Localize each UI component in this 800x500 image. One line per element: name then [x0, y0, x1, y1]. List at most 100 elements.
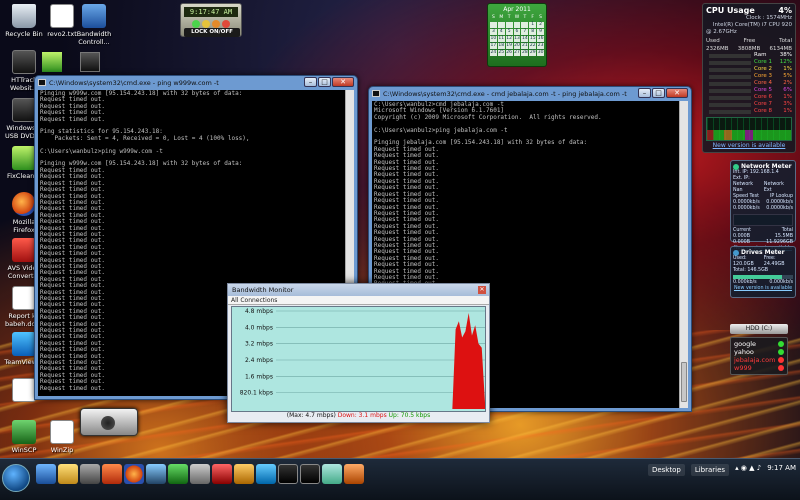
indicator-dot[interactable] [212, 20, 220, 28]
window-titlebar[interactable]: C:\Windows\system32\cmd.exe - cmd jebala… [369, 87, 691, 101]
net-label[interactable]: Network Ext [764, 182, 793, 194]
calendar-day[interactable]: 15 [529, 36, 537, 42]
desktop-toolbar[interactable]: Desktop [647, 464, 685, 476]
scrollbar-thumb[interactable] [681, 362, 687, 402]
lock-toggle-button[interactable]: LOCK ON/OFF [184, 28, 240, 37]
tray-icons[interactable]: ▴ ◉ ▲ ♪ [735, 464, 761, 472]
status-row[interactable]: google [734, 340, 784, 348]
volume-gadget[interactable] [80, 408, 138, 436]
status-row[interactable]: w999 [734, 364, 784, 372]
calendar-day[interactable] [505, 22, 513, 28]
status-row[interactable]: jebalaja.com [734, 356, 784, 364]
firefox-icon[interactable] [124, 464, 144, 484]
indicator-dot[interactable] [222, 20, 230, 28]
calendar-day[interactable]: 10 [490, 36, 497, 42]
calendar-day[interactable]: 21 [521, 43, 529, 49]
calendar-day[interactable]: 11 [497, 36, 505, 42]
calendar-day[interactable]: 1 [529, 22, 537, 28]
calendar-day[interactable]: 2 [537, 22, 544, 28]
calendar-day[interactable]: 4 [497, 29, 505, 35]
calendar-day[interactable]: 7 [521, 29, 529, 35]
desktop-icon-label: Bandwidth Controll... [76, 30, 112, 46]
green-puzzle-icon[interactable] [42, 52, 62, 72]
taskbar-clock[interactable]: 9:17 AM [767, 464, 796, 472]
app-icon[interactable] [256, 464, 276, 484]
calendar-day[interactable]: 24 [490, 50, 497, 56]
cpu-usage-gadget[interactable]: CPU Usage 4% Clock : 1574MHz Intel(R) Co… [702, 3, 796, 153]
app-icon[interactable] [344, 464, 364, 484]
hdd-indicator[interactable]: HDD (C:) [730, 324, 788, 334]
desktop-icon-bandwidth-controller[interactable]: Bandwidth Controll... [72, 4, 116, 46]
explorer-icon[interactable] [36, 464, 56, 484]
calendar-day[interactable]: 29 [529, 50, 537, 56]
calendar-day[interactable]: 5 [505, 29, 513, 35]
calendar-day[interactable]: 17 [490, 43, 497, 49]
calendar-day[interactable]: 12 [505, 36, 513, 42]
calendar-day[interactable] [490, 22, 497, 28]
minimize-button[interactable]: – [638, 88, 651, 98]
calendar-weekday: F [531, 15, 534, 20]
drives-new-version-link[interactable]: New version is available [733, 286, 793, 291]
calendar-day[interactable]: 20 [513, 43, 521, 49]
app-icon[interactable] [234, 464, 254, 484]
calendar-day[interactable]: 16 [537, 36, 544, 42]
calendar-day[interactable]: 27 [513, 50, 521, 56]
app-icon[interactable] [102, 464, 122, 484]
maximize-button[interactable]: □ [652, 88, 665, 98]
app-icon[interactable] [190, 464, 210, 484]
start-button[interactable] [2, 464, 30, 492]
app-icon[interactable] [80, 464, 100, 484]
calendar-day[interactable]: 14 [521, 36, 529, 42]
cmd-icon[interactable] [300, 464, 320, 484]
bandwidth-monitor-window[interactable]: Bandwidth Monitor ✕ All Connections 4.8 … [227, 283, 490, 423]
calendar-day[interactable]: 3 [490, 29, 497, 35]
calendar-day[interactable]: 28 [521, 50, 529, 56]
status-row[interactable]: yahoo [734, 348, 784, 356]
cmd-icon[interactable] [278, 464, 298, 484]
clock-gadget[interactable]: 9:17:47 AM LOCK ON/OFF [180, 3, 242, 37]
close-button[interactable]: ✕ [478, 286, 486, 294]
utility-icon[interactable] [80, 52, 100, 72]
speaker-icon[interactable] [101, 416, 115, 430]
calendar-day[interactable]: 30 [537, 50, 544, 56]
calendar-day[interactable]: 22 [529, 43, 537, 49]
calendar-day[interactable] [513, 22, 521, 28]
indicator-dot[interactable] [202, 20, 210, 28]
calendar-day[interactable]: 6 [513, 29, 521, 35]
folder-icon[interactable] [58, 464, 78, 484]
libraries-toolbar[interactable]: Libraries [690, 464, 730, 476]
calendar-day[interactable] [497, 22, 505, 28]
close-button[interactable]: ✕ [666, 88, 688, 98]
drives-meter-gadget[interactable]: Drives Meter Used: 120.0GB Free: 24.49GB… [730, 246, 796, 298]
calendar-day[interactable] [521, 22, 529, 28]
window-title: C:\Windows\system32\cmd.exe - cmd jebala… [383, 90, 627, 98]
app-icon[interactable] [212, 464, 232, 484]
calendar-weekday: M [499, 15, 504, 20]
calendar-day[interactable]: 18 [497, 43, 505, 49]
calendar-day[interactable]: 9 [537, 29, 544, 35]
maximize-button[interactable]: □ [318, 77, 331, 87]
core-bar [709, 109, 751, 114]
tab-all-connections[interactable]: All Connections [228, 296, 489, 305]
cpu-new-version-link[interactable]: New version is available [706, 142, 792, 149]
desktop-icon-winzip[interactable]: WinZip [40, 420, 84, 454]
calendar-day[interactable]: 19 [505, 43, 513, 49]
calendar-gadget[interactable]: Apr 2011 S M T W T F S 1 2 3 4 5 6 7 8 9 10 11 12 13 14 15 16 1… [487, 3, 547, 67]
net-label[interactable]: Network Nan [733, 182, 764, 194]
calendar-day[interactable]: 26 [505, 50, 513, 56]
calendar-day[interactable]: 25 [497, 50, 505, 56]
bandwidth-monitor-titlebar[interactable]: Bandwidth Monitor ✕ [228, 284, 489, 296]
indicator-dot[interactable] [192, 20, 200, 28]
app-icon[interactable] [146, 464, 166, 484]
core-row: Core 6 1% [706, 94, 792, 101]
calendar-day[interactable]: 13 [513, 36, 521, 42]
close-button[interactable]: ✕ [332, 77, 354, 87]
vertical-scrollbar[interactable] [679, 101, 688, 408]
minimize-button[interactable]: – [304, 77, 317, 87]
network-meter-gadget[interactable]: Network Meter Int. IP: 192.168.1.4 Ext. … [730, 160, 796, 251]
calendar-day[interactable]: 8 [529, 29, 537, 35]
app-icon[interactable] [168, 464, 188, 484]
calendar-day[interactable]: 23 [537, 43, 544, 49]
window-titlebar[interactable]: C:\Windows\system32\cmd.exe - ping w999w… [35, 76, 357, 90]
bandwidth-monitor-icon[interactable] [322, 464, 342, 484]
